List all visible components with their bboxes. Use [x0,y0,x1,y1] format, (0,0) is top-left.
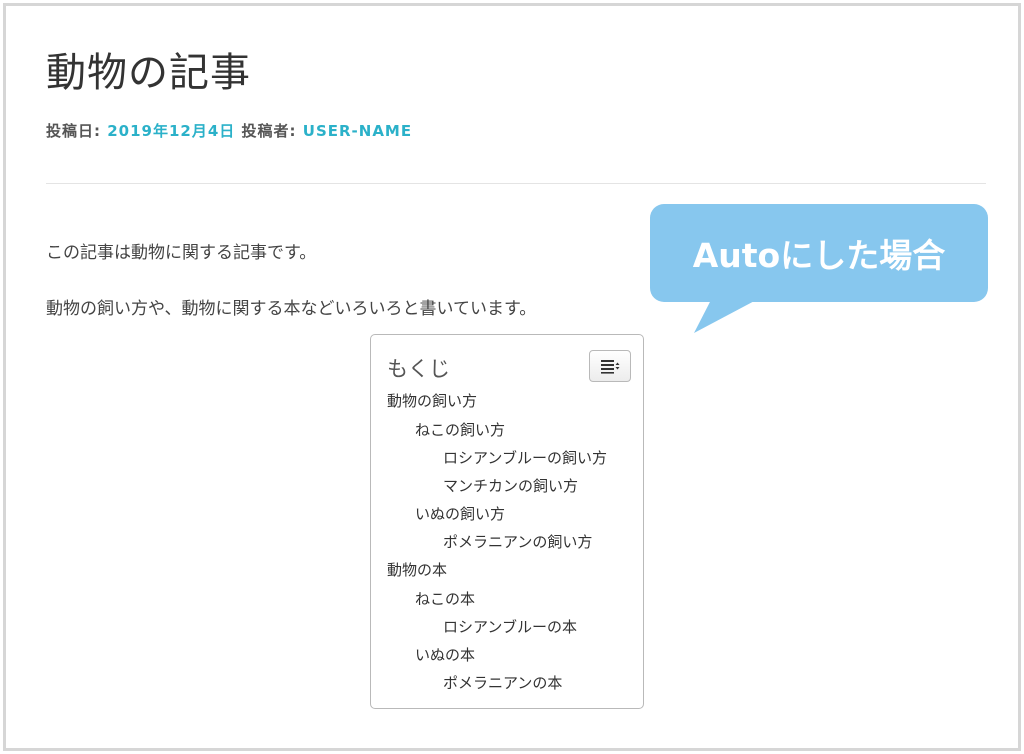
toc-item[interactable]: ポメラニアンの本 [443,672,562,693]
article-paragraph: この記事は動物に関する記事です。 [46,243,317,263]
toc-item[interactable]: ねこの本 [415,588,475,609]
toc-item[interactable]: ロシアンブルーの本 [443,616,577,637]
toc-item[interactable]: ポメラニアンの飼い方 [443,531,592,552]
post-meta: 投稿日: 2019年12月4日 投稿者: USER-NAME [46,120,412,141]
toc-item[interactable]: いぬの飼い方 [415,503,505,524]
callout-bubble: Autoにした場合 [650,204,988,302]
table-of-contents: もくじ 動物の飼い方 ねこの飼い方 ロシアンブルーの飼い方 マンチカンの飼い方 … [370,334,644,709]
post-author-label: 投稿者: [241,122,297,140]
toc-item[interactable]: 動物の本 [387,559,447,580]
callout-text: Autoにした場合 [692,236,946,275]
toc-item[interactable]: ねこの飼い方 [415,419,505,440]
toc-title: もくじ [387,357,450,381]
toc-item[interactable]: 動物の飼い方 [387,390,477,411]
toc-item[interactable]: ロシアンブルーの飼い方 [443,447,607,468]
toc-item[interactable]: マンチカンの飼い方 [443,475,578,496]
post-date-label: 投稿日: [46,122,101,140]
article-paragraph: 動物の飼い方や、動物に関する本などいろいろと書いています。 [46,299,537,319]
list-toggle-icon [601,360,620,374]
post-author-link[interactable]: USER-NAME [303,122,412,140]
header-divider [46,183,986,184]
toc-item[interactable]: いぬの本 [415,644,475,665]
post-date-link[interactable]: 2019年12月4日 [107,122,235,140]
page-title: 動物の記事 [46,50,251,96]
toc-toggle-button[interactable] [589,350,631,382]
